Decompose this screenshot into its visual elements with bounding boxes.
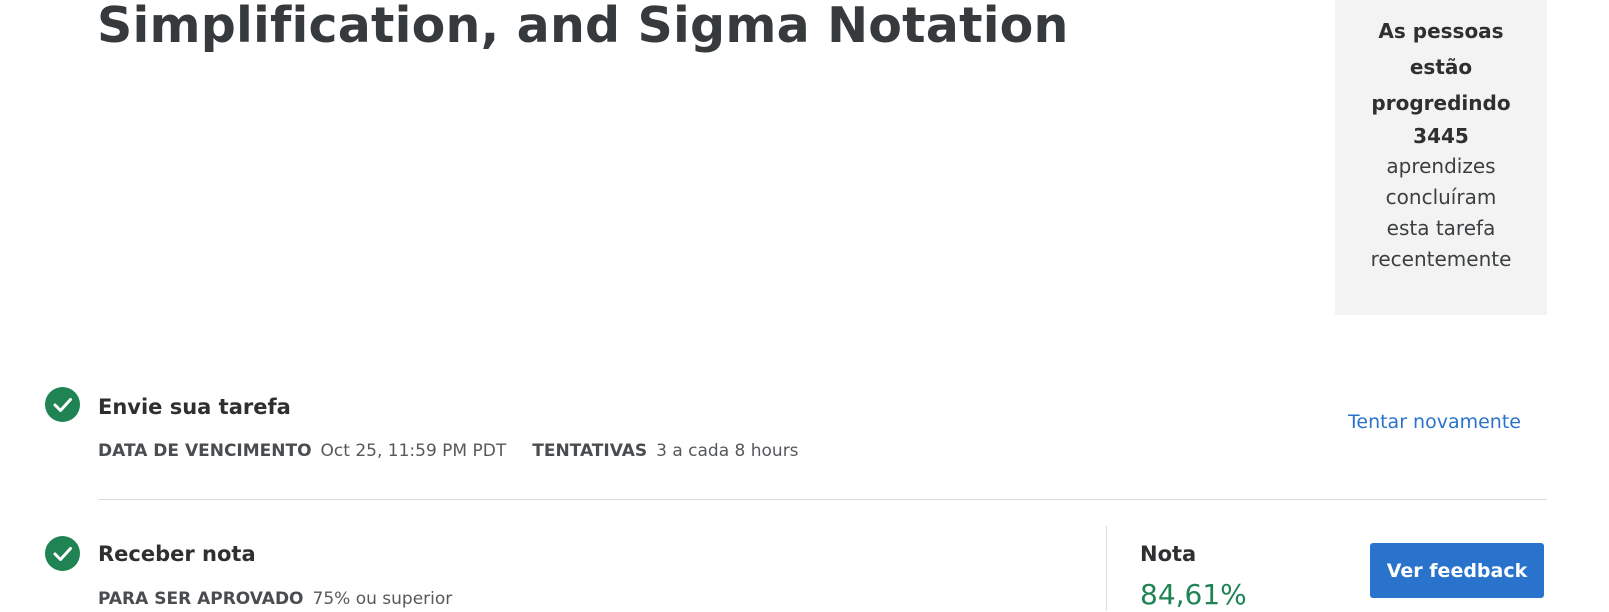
attempts-label: TENTATIVAS xyxy=(532,441,648,461)
due-date-value: Oct 25, 11:59 PM PDT xyxy=(320,441,507,461)
grade-step-title: Receber nota xyxy=(98,542,256,566)
progress-text-line: estão xyxy=(1409,55,1473,79)
progress-text-line: esta tarefa xyxy=(1386,216,1496,240)
grade-value: 84,61% xyxy=(1140,578,1247,611)
grade-step-meta: PARA SER APROVADO 75% ou superior xyxy=(98,587,452,611)
learner-count: 3445 xyxy=(1413,124,1469,148)
progress-text-line: progredindo xyxy=(1371,91,1511,115)
progress-text-line: As pessoas xyxy=(1378,19,1504,43)
progress-text-line: aprendizes xyxy=(1386,154,1496,178)
due-date-label: DATA DE VENCIMENTO xyxy=(98,441,312,461)
progress-text-line: recentemente xyxy=(1370,247,1512,271)
grade-divider xyxy=(1106,526,1107,611)
page-title: Simplification, and Sigma Notation xyxy=(97,0,1069,54)
pass-requirement-value: 75% ou superior xyxy=(312,589,453,609)
checkmark-circle-icon xyxy=(45,536,80,571)
progress-text-line: concluíram xyxy=(1385,185,1497,209)
section-divider xyxy=(98,499,1547,500)
submit-step-meta: DATA DE VENCIMENTO Oct 25, 11:59 PM PDT TE… xyxy=(98,439,799,463)
view-feedback-button[interactable]: Ver feedback xyxy=(1370,543,1544,598)
checkmark-icon xyxy=(53,547,72,561)
checkmark-icon xyxy=(53,398,72,412)
learner-progress-panel: As pessoas estão progredindo 3445 aprend… xyxy=(1335,0,1547,315)
checkmark-circle-icon xyxy=(45,387,80,422)
attempts-value: 3 a cada 8 hours xyxy=(656,441,799,461)
try-again-link[interactable]: Tentar novamente xyxy=(1348,409,1521,435)
grade-label: Nota xyxy=(1140,542,1197,566)
submit-step-title: Envie sua tarefa xyxy=(98,395,291,419)
pass-requirement-label: PARA SER APROVADO xyxy=(98,589,304,609)
